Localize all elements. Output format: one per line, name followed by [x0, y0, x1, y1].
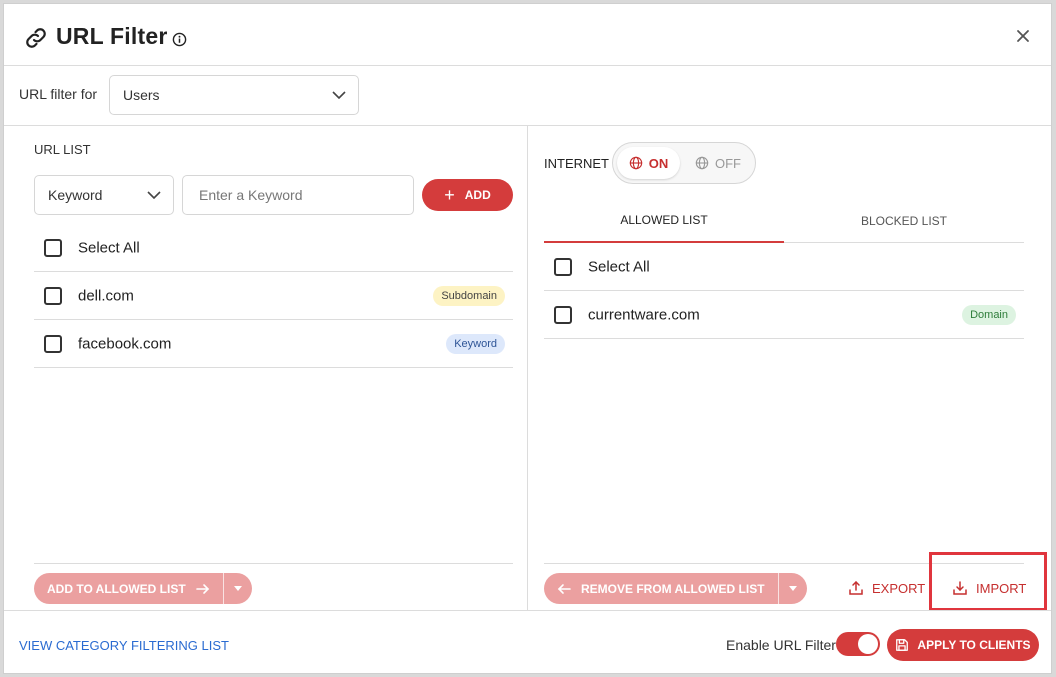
- arrow-right-icon: [195, 583, 210, 595]
- url-list-select-all-row[interactable]: Select All: [34, 224, 513, 272]
- list-item[interactable]: facebook.com Keyword: [34, 320, 513, 368]
- add-to-allowed-button[interactable]: ADD TO ALLOWED LIST: [34, 573, 224, 604]
- url-list-pane: URL LIST Keyword + ADD Select All dell.c…: [4, 126, 528, 610]
- filter-for-value: Users: [123, 87, 160, 103]
- list-item[interactable]: currentware.com Domain: [544, 291, 1024, 339]
- toggle-knob: [858, 634, 878, 654]
- chevron-down-icon: [332, 91, 346, 99]
- globe-icon: [695, 156, 709, 170]
- info-icon[interactable]: [172, 32, 187, 47]
- select-all-label: Select All: [78, 239, 140, 256]
- url-type-select[interactable]: Keyword: [34, 175, 174, 215]
- remove-from-allowed-dropdown[interactable]: [779, 573, 807, 604]
- url-list: Select All dell.com Subdomain facebook.c…: [34, 224, 513, 368]
- dialog-footer: VIEW CATEGORY FILTERING LIST Enable URL …: [4, 610, 1051, 675]
- url-filter-dialog: URL Filter URL filter for Users URL LIST: [3, 3, 1052, 674]
- filter-for-label: URL filter for: [19, 86, 98, 102]
- list-item[interactable]: dell.com Subdomain: [34, 272, 513, 320]
- allowed-list: Select All currentware.com Domain: [544, 243, 1024, 339]
- caret-down-icon: [233, 586, 242, 591]
- add-button-label: ADD: [464, 188, 491, 202]
- url-text: currentware.com: [588, 306, 700, 323]
- url-type-value: Keyword: [48, 187, 103, 203]
- url-text: facebook.com: [78, 335, 172, 352]
- import-label: IMPORT: [976, 580, 1027, 596]
- item-checkbox[interactable]: [44, 286, 62, 305]
- url-text: dell.com: [78, 287, 134, 304]
- globe-icon: [629, 156, 643, 170]
- allowed-blocked-pane: INTERNET ON OFF ALLOWED LIST BLOCKED LIS…: [529, 126, 1052, 611]
- internet-off-label: OFF: [715, 155, 741, 171]
- download-icon: [952, 580, 968, 596]
- enable-url-filter-label: Enable URL Filter: [726, 637, 836, 653]
- import-button[interactable]: IMPORT: [952, 580, 1026, 596]
- select-all-checkbox[interactable]: [44, 238, 62, 257]
- view-category-filtering-link[interactable]: VIEW CATEGORY FILTERING LIST: [19, 638, 229, 653]
- item-checkbox[interactable]: [44, 334, 62, 353]
- remove-from-allowed-button[interactable]: REMOVE FROM ALLOWED LIST: [544, 573, 779, 604]
- export-label: EXPORT: [872, 580, 926, 596]
- add-button[interactable]: + ADD: [422, 179, 513, 211]
- arrow-left-icon: [557, 583, 571, 595]
- internet-off-option[interactable]: OFF: [685, 147, 751, 179]
- close-icon[interactable]: [1015, 28, 1031, 44]
- filter-for-row: URL filter for Users: [4, 66, 1051, 126]
- dialog-title: URL Filter: [56, 23, 168, 49]
- item-checkbox[interactable]: [554, 305, 572, 324]
- plus-icon: +: [444, 185, 455, 205]
- tab-allowed-list[interactable]: ALLOWED LIST: [544, 198, 784, 243]
- add-to-allowed-dropdown[interactable]: [224, 573, 252, 604]
- upload-icon: [848, 580, 864, 596]
- url-type-badge: Domain: [962, 304, 1016, 325]
- filter-for-select[interactable]: Users: [109, 75, 359, 115]
- chevron-down-icon: [147, 191, 161, 199]
- add-to-allowed-label: ADD TO ALLOWED LIST: [47, 581, 186, 596]
- url-list-heading: URL LIST: [34, 142, 91, 157]
- url-type-badge: Subdomain: [433, 285, 505, 306]
- apply-to-clients-label: APPLY TO CLIENTS: [917, 638, 1031, 652]
- save-icon: [895, 638, 909, 652]
- caret-down-icon: [788, 586, 797, 591]
- internet-on-label: ON: [648, 155, 669, 171]
- remove-from-allowed-split-button: REMOVE FROM ALLOWED LIST: [544, 573, 807, 604]
- export-button[interactable]: EXPORT: [848, 580, 925, 596]
- add-to-allowed-split-button: ADD TO ALLOWED LIST: [34, 573, 252, 604]
- internet-toggle: ON OFF: [612, 142, 756, 184]
- link-icon: [24, 26, 48, 50]
- internet-label: INTERNET: [544, 156, 609, 171]
- keyword-input[interactable]: [182, 175, 414, 215]
- internet-on-option[interactable]: ON: [617, 147, 680, 179]
- tab-blocked-list[interactable]: BLOCKED LIST: [784, 198, 1024, 243]
- list-tabs: ALLOWED LIST BLOCKED LIST: [544, 198, 1024, 243]
- allowed-list-select-all-row[interactable]: Select All: [544, 243, 1024, 291]
- url-type-badge: Keyword: [446, 333, 505, 354]
- divider: [34, 563, 513, 564]
- enable-url-filter-toggle[interactable]: [836, 632, 880, 656]
- select-all-checkbox[interactable]: [554, 257, 572, 276]
- dialog-header: URL Filter: [4, 4, 1051, 66]
- select-all-label: Select All: [588, 258, 650, 275]
- remove-from-allowed-label: REMOVE FROM ALLOWED LIST: [581, 581, 765, 596]
- apply-to-clients-button[interactable]: APPLY TO CLIENTS: [887, 629, 1039, 661]
